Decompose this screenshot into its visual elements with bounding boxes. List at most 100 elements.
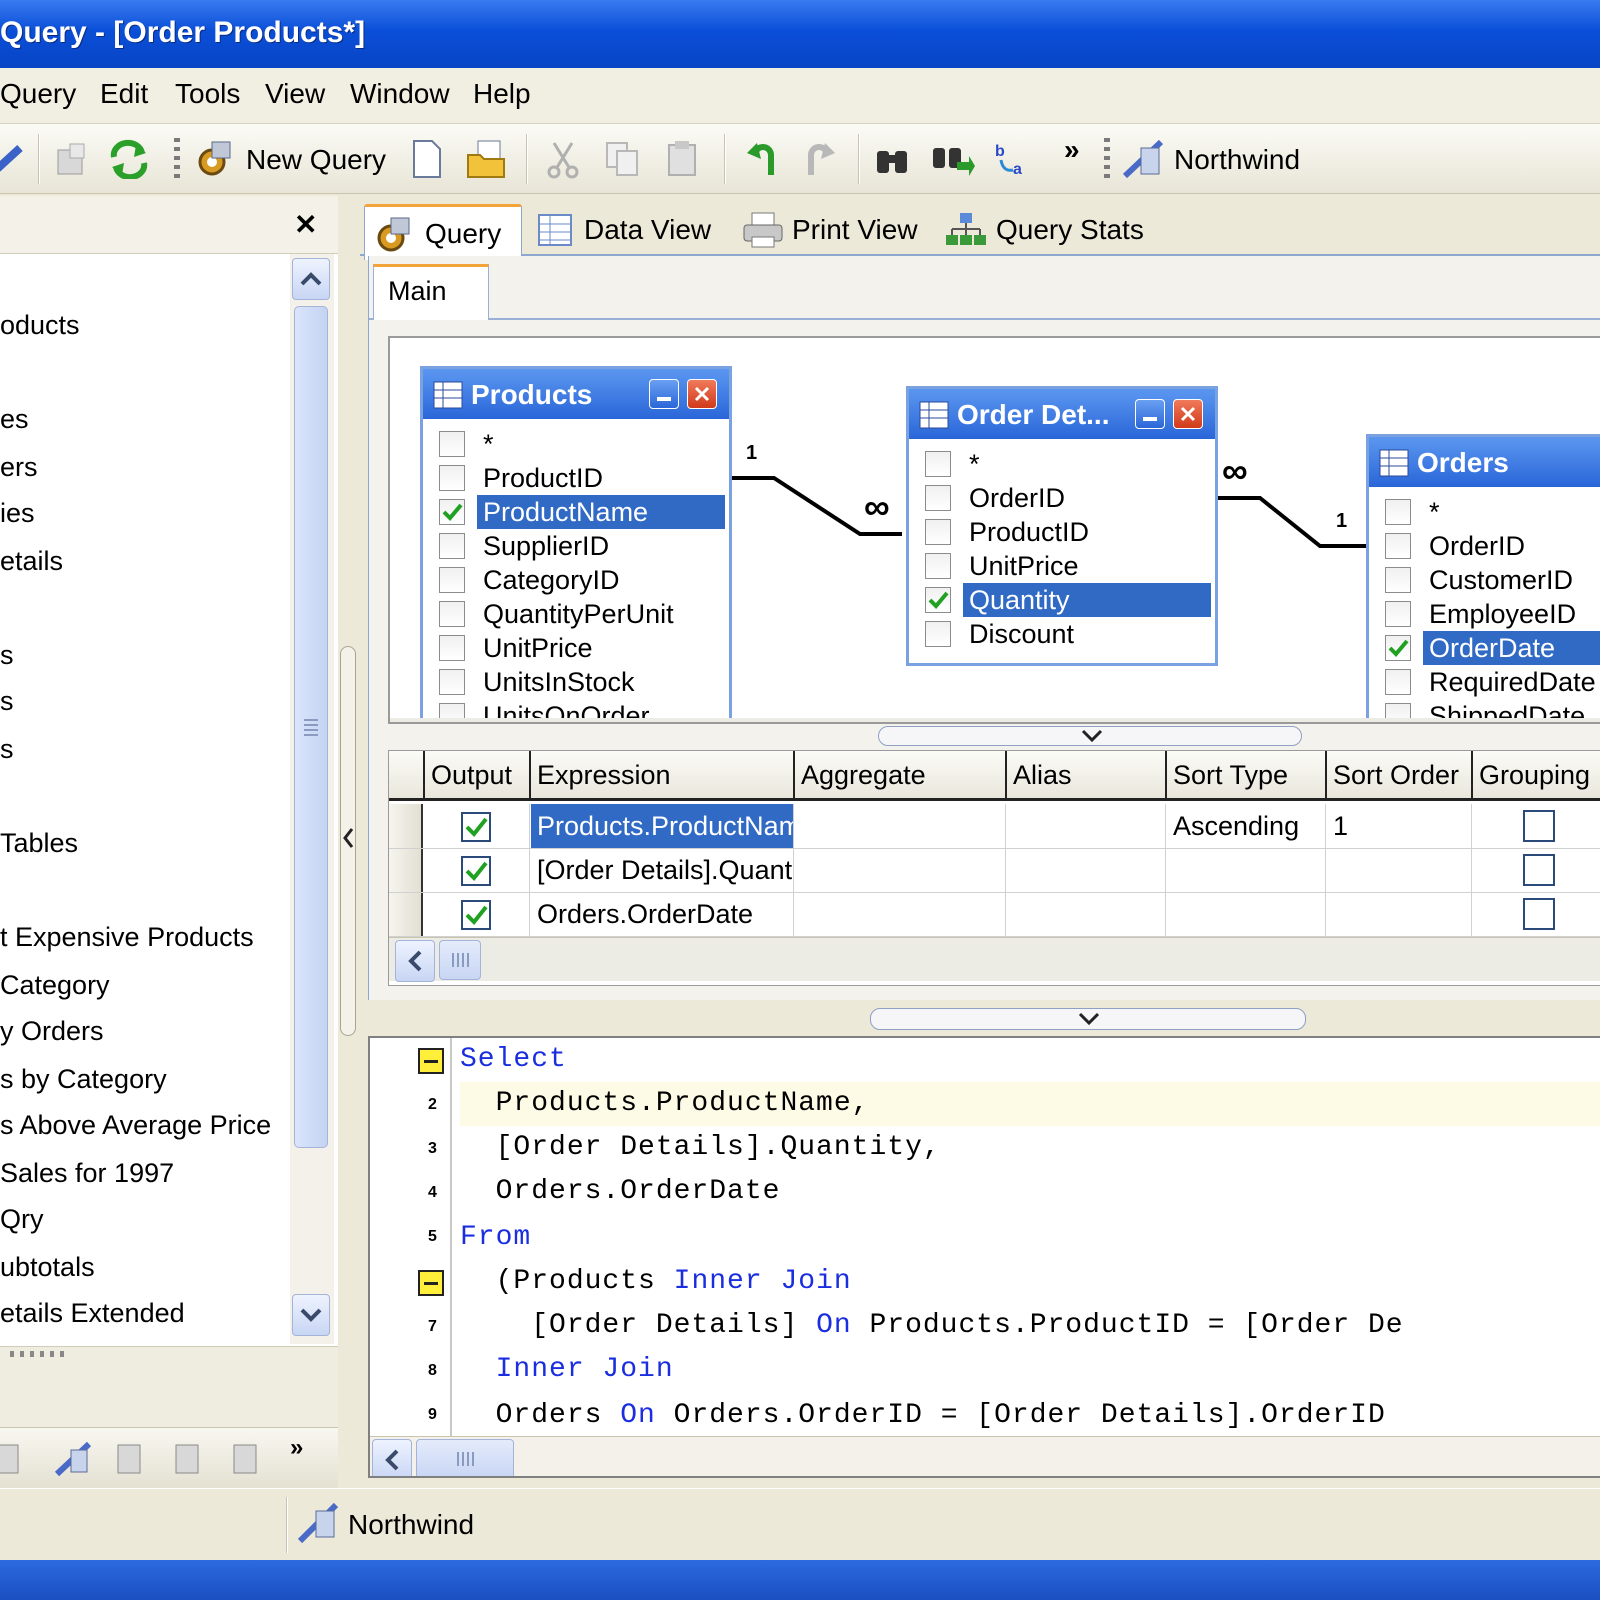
find-icon[interactable] <box>870 136 916 182</box>
table-window-order-details[interactable]: Order Det... * OrderID ProductID UnitPri… <box>906 386 1218 666</box>
field-checkbox-checked[interactable] <box>439 499 465 525</box>
diagram-grid-splitter[interactable] <box>878 726 1302 746</box>
field-checkbox[interactable] <box>439 635 465 661</box>
tab-print-view[interactable]: Print View <box>742 204 918 256</box>
tree-item[interactable]: Tables <box>0 828 78 859</box>
remove-table-button[interactable] <box>687 379 717 409</box>
expression-cell[interactable]: [Order Details].Quantity <box>531 848 793 892</box>
row-selector[interactable] <box>389 849 423 892</box>
new-document-icon[interactable] <box>404 136 450 182</box>
tree-item[interactable]: y Orders <box>0 1016 104 1047</box>
tree-item[interactable]: s <box>0 734 14 765</box>
tree-item[interactable]: ubtotals <box>0 1252 95 1283</box>
tree-item[interactable]: ies <box>0 498 35 529</box>
expression-cell[interactable]: Products.ProductName <box>531 804 793 848</box>
field-checkbox[interactable] <box>925 621 951 647</box>
cut-icon[interactable] <box>540 136 586 182</box>
column-header-grouping[interactable]: Grouping <box>1473 753 1600 797</box>
tab-data-view[interactable]: Data View <box>536 204 711 256</box>
field-checkbox[interactable] <box>439 567 465 593</box>
tree-item[interactable]: Category <box>0 970 110 1001</box>
close-panel-icon[interactable]: ✕ <box>294 208 317 241</box>
collapse-panel-button[interactable] <box>340 646 356 1036</box>
scroll-thumb[interactable] <box>416 1439 514 1476</box>
tree-item[interactable]: ers <box>0 452 38 483</box>
open-folder-icon[interactable] <box>464 136 510 182</box>
table-window-orders[interactable]: Orders * OrderID CustomerID EmployeeID O… <box>1366 434 1600 722</box>
expression-cell[interactable]: Orders.OrderDate <box>531 892 793 936</box>
sql-editor[interactable]: 2 3 4 5 7 8 9 Select Products.ProductNam… <box>368 1036 1600 1478</box>
tree-item[interactable]: s <box>0 640 14 671</box>
tree-item[interactable]: t Expensive Products <box>0 922 254 953</box>
menu-window[interactable]: Window <box>350 78 450 110</box>
alias-cell[interactable] <box>1007 848 1165 892</box>
minimize-table-button[interactable] <box>1135 399 1165 429</box>
tree-item[interactable]: oducts <box>0 310 80 341</box>
field-checkbox-checked[interactable] <box>925 587 951 613</box>
connection-name[interactable]: Northwind <box>1174 144 1300 176</box>
alias-cell[interactable] <box>1007 892 1165 936</box>
sort-type-cell[interactable]: Ascending <box>1167 804 1325 848</box>
toolbar-overflow-button[interactable]: » <box>1064 134 1080 166</box>
view-object-icon[interactable] <box>106 1436 152 1482</box>
tab-query[interactable]: Query <box>364 204 522 260</box>
menu-tools[interactable]: Tools <box>175 78 240 110</box>
tree-item[interactable]: etails <box>0 546 63 577</box>
paste-icon[interactable] <box>660 136 706 182</box>
scroll-thumb[interactable] <box>294 306 328 1148</box>
field-checkbox-checked[interactable] <box>1385 635 1411 661</box>
scroll-left-button[interactable] <box>395 940 435 982</box>
editor-horizontal-scrollbar[interactable] <box>370 1436 1600 1476</box>
table-title-bar[interactable]: Products <box>423 369 729 419</box>
find-next-icon[interactable] <box>930 136 976 182</box>
copy-icon[interactable] <box>600 136 646 182</box>
more-objects-button[interactable]: » <box>290 1434 303 1462</box>
field-row[interactable]: ProductName <box>439 495 725 529</box>
scroll-thumb[interactable] <box>439 940 481 980</box>
field-row[interactable]: OrderDate <box>1385 631 1600 665</box>
tree-item[interactable]: s <box>0 686 14 717</box>
field-checkbox[interactable] <box>439 533 465 559</box>
sort-type-cell[interactable] <box>1167 892 1325 936</box>
subtab-main[interactable]: Main <box>373 264 489 320</box>
table-title-bar[interactable]: Orders <box>1369 437 1600 487</box>
menu-view[interactable]: View <box>265 78 325 110</box>
tree-item[interactable]: etails Extended <box>0 1298 185 1329</box>
redo-icon[interactable] <box>798 136 844 182</box>
tree-item[interactable]: s by Category <box>0 1064 167 1095</box>
tab-query-stats[interactable]: Query Stats <box>944 204 1144 256</box>
field-checkbox[interactable] <box>439 669 465 695</box>
tree-item[interactable]: s Above Average Price <box>0 1110 271 1141</box>
table-window-products[interactable]: Products * ProductID ProductName Supplie… <box>420 366 732 722</box>
field-checkbox[interactable] <box>1385 669 1411 695</box>
output-checkbox-checked[interactable] <box>461 900 491 930</box>
new-query-icon[interactable] <box>190 136 236 182</box>
field-row[interactable]: Quantity <box>925 583 1211 617</box>
tree-item[interactable]: Qry <box>0 1204 44 1235</box>
remove-table-button[interactable] <box>1173 399 1203 429</box>
aggregate-cell[interactable] <box>795 804 1005 848</box>
column-header-expression[interactable]: Expression <box>531 753 793 797</box>
grid-horizontal-scrollbar[interactable] <box>389 937 1600 982</box>
field-checkbox[interactable] <box>925 485 951 511</box>
menu-query[interactable]: Query <box>0 78 76 110</box>
field-checkbox[interactable] <box>1385 567 1411 593</box>
sort-order-cell[interactable] <box>1327 848 1471 892</box>
menu-edit[interactable]: Edit <box>100 78 148 110</box>
menu-help[interactable]: Help <box>473 78 531 110</box>
sort-order-cell[interactable]: 1 <box>1327 804 1471 848</box>
tree-item[interactable]: es <box>0 404 29 435</box>
row-selector[interactable] <box>389 804 423 848</box>
field-checkbox[interactable] <box>1385 533 1411 559</box>
table-object-icon[interactable] <box>0 1436 30 1482</box>
aggregate-cell[interactable] <box>795 848 1005 892</box>
field-checkbox[interactable] <box>439 465 465 491</box>
connection-object-icon[interactable] <box>50 1436 96 1482</box>
grouping-checkbox[interactable] <box>1523 898 1555 930</box>
connect-icon[interactable] <box>0 136 32 182</box>
column-header-sort-order[interactable]: Sort Order <box>1327 753 1473 797</box>
database-connection-icon[interactable] <box>1120 136 1166 182</box>
row-selector[interactable] <box>389 893 423 936</box>
replace-icon[interactable]: ba <box>992 136 1038 182</box>
column-header-aggregate[interactable]: Aggregate <box>795 753 1007 797</box>
